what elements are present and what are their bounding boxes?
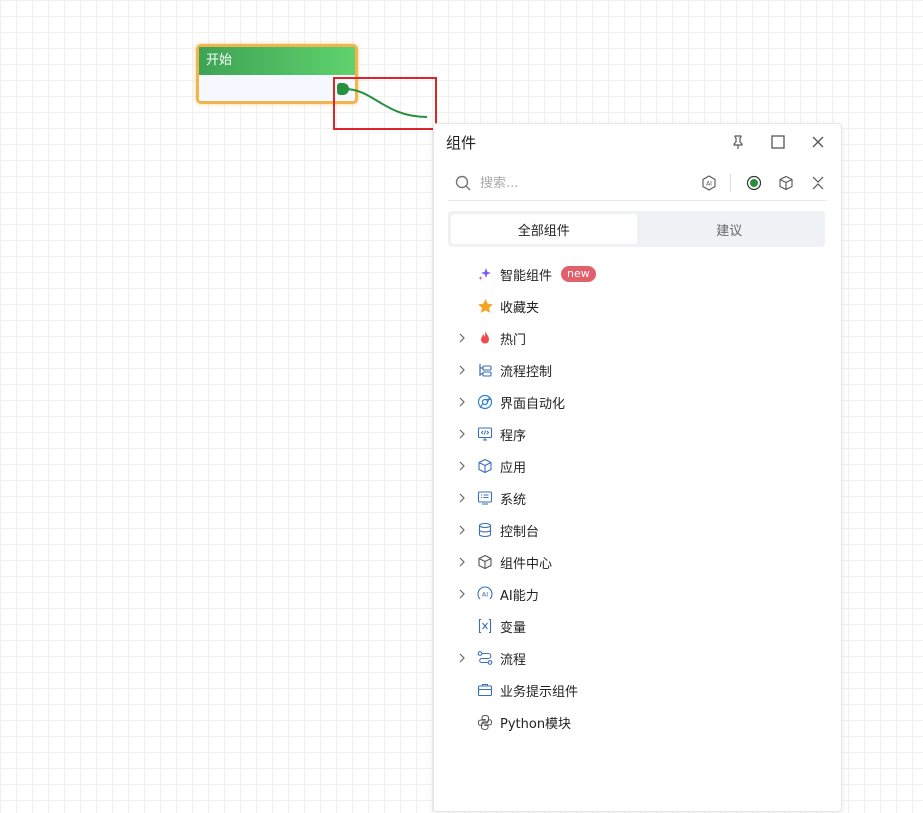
tree-item-label: 应用	[500, 460, 527, 476]
chevron-placeholder	[454, 714, 470, 730]
ui-automation-icon	[476, 393, 494, 411]
tree-item-label: 流程	[500, 652, 527, 668]
tree-item-label: 界面自动化	[500, 396, 566, 412]
tree-item-python-module[interactable]: Python模块	[434, 706, 841, 738]
tree-item-label: 程序	[500, 428, 527, 444]
chevron-right-icon[interactable]	[454, 362, 470, 378]
tree-item-program[interactable]: 程序	[434, 418, 841, 450]
tree-item-system[interactable]: 系统	[434, 482, 841, 514]
chevron-right-icon[interactable]	[454, 426, 470, 442]
tree-item-favorites[interactable]: 收藏夹	[434, 290, 841, 322]
chevron-right-icon[interactable]	[454, 490, 470, 506]
panel-title: 组件	[446, 133, 477, 152]
search-input[interactable]	[472, 174, 686, 192]
flow-control-icon	[476, 361, 494, 379]
search-bar: AI	[448, 166, 827, 201]
tree-item-ai-ability[interactable]: AI AI能力	[434, 578, 841, 610]
tree-item-flow-control[interactable]: 流程控制	[434, 354, 841, 386]
collapse-icon[interactable]	[809, 174, 827, 192]
chevron-placeholder	[454, 618, 470, 634]
tree-item-label: AI能力	[500, 588, 539, 604]
tree-item-applications[interactable]: 应用	[434, 450, 841, 482]
system-icon	[476, 489, 494, 507]
new-badge: new	[561, 266, 596, 282]
panel-header: 组件	[434, 124, 841, 160]
highlight-box	[333, 77, 437, 130]
ai-icon[interactable]: AI	[700, 174, 718, 192]
tab-all-components[interactable]: 全部组件	[451, 214, 637, 244]
tree-item-business-tip[interactable]: 业务提示组件	[434, 674, 841, 706]
chevron-right-icon[interactable]	[454, 458, 470, 474]
chevron-right-icon[interactable]	[454, 394, 470, 410]
tree-item-label: 热门	[500, 332, 527, 348]
tree-item-label: 业务提示组件	[500, 684, 579, 700]
tree-item-label: 收藏夹	[500, 300, 540, 316]
tree-item-ui-automation[interactable]: 界面自动化	[434, 386, 841, 418]
sparkle-icon	[476, 265, 494, 283]
close-icon[interactable]	[807, 131, 829, 153]
tree-item-label: 控制台	[500, 524, 540, 540]
tree-item-label: 组件中心	[500, 556, 553, 572]
pin-icon[interactable]	[727, 131, 749, 153]
python-icon	[476, 713, 494, 731]
tree-item-component-center[interactable]: 组件中心	[434, 546, 841, 578]
database-icon	[476, 521, 494, 539]
chevron-right-icon[interactable]	[454, 586, 470, 602]
tree-item-console[interactable]: 控制台	[434, 514, 841, 546]
maximize-icon[interactable]	[767, 131, 789, 153]
component-tree: 智能组件 new 收藏夹 热门 流程控制 界面自动化 程序 应用 系统 控制台 …	[434, 258, 841, 738]
chevron-right-icon[interactable]	[454, 330, 470, 346]
star-icon	[476, 297, 494, 315]
toolbar-divider	[730, 174, 731, 192]
chevron-right-icon[interactable]	[454, 522, 470, 538]
ai-ability-icon: AI	[476, 585, 494, 603]
chevron-right-icon[interactable]	[454, 554, 470, 570]
record-icon[interactable]	[745, 174, 763, 192]
tree-item-popular[interactable]: 热门	[434, 322, 841, 354]
variable-icon	[476, 617, 494, 635]
app-cube-icon	[476, 457, 494, 475]
box-icon[interactable]	[777, 174, 795, 192]
business-tip-icon	[476, 681, 494, 699]
tree-item-label: Python模块	[500, 716, 572, 732]
svg-text:AI: AI	[482, 591, 488, 599]
tree-item-process[interactable]: 流程	[434, 642, 841, 674]
start-node-title: 开始	[199, 47, 355, 75]
chevron-right-icon[interactable]	[454, 650, 470, 666]
svg-text:AI: AI	[706, 181, 712, 188]
tree-item-label: 系统	[500, 492, 527, 508]
chevron-placeholder	[454, 298, 470, 314]
tree-item-label: 智能组件	[500, 268, 553, 284]
component-panel: 组件 AI 全部组件 建议	[433, 123, 842, 812]
chevron-placeholder	[454, 682, 470, 698]
fire-icon	[476, 329, 494, 347]
tree-item-smart-components[interactable]: 智能组件 new	[434, 258, 841, 290]
tree-item-label: 变量	[500, 620, 527, 636]
program-icon	[476, 425, 494, 443]
panel-tabs: 全部组件 建议	[448, 211, 825, 247]
tree-item-variables[interactable]: 变量	[434, 610, 841, 642]
tree-item-label: 流程控制	[500, 364, 553, 380]
tab-suggestions[interactable]: 建议	[637, 214, 823, 244]
chevron-placeholder	[454, 266, 470, 282]
process-icon	[476, 649, 494, 667]
search-icon	[454, 174, 472, 192]
component-center-icon	[476, 553, 494, 571]
